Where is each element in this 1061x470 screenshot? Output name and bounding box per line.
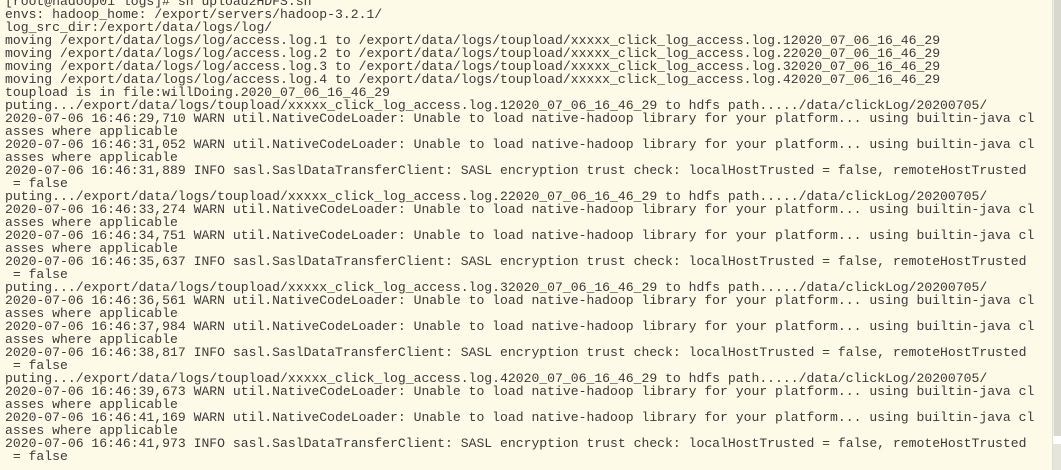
terminal-output: [root@hadoop01 logs]# sh upload2HDFS.sh e… [0, 0, 1034, 470]
scrollbar-thumb[interactable] [1054, 0, 1061, 436]
terminal-line: = false [5, 449, 68, 464]
vertical-scrollbar[interactable] [1052, 0, 1061, 470]
terminal-line: 2020-07-06 16:46:35,637 INFO sasl.SaslDa… [5, 254, 1027, 269]
terminal-window[interactable]: [root@hadoop01 logs]# sh upload2HDFS.sh e… [0, 0, 1052, 470]
terminal-line: 2020-07-06 16:46:31,889 INFO sasl.SaslDa… [5, 163, 1027, 178]
terminal-line: 2020-07-06 16:46:38,817 INFO sasl.SaslDa… [5, 345, 1027, 360]
scrollbar-gap [1053, 436, 1061, 444]
scrollbar-track[interactable] [1053, 444, 1061, 470]
terminal-line: 2020-07-06 16:46:41,973 INFO sasl.SaslDa… [5, 436, 1027, 451]
